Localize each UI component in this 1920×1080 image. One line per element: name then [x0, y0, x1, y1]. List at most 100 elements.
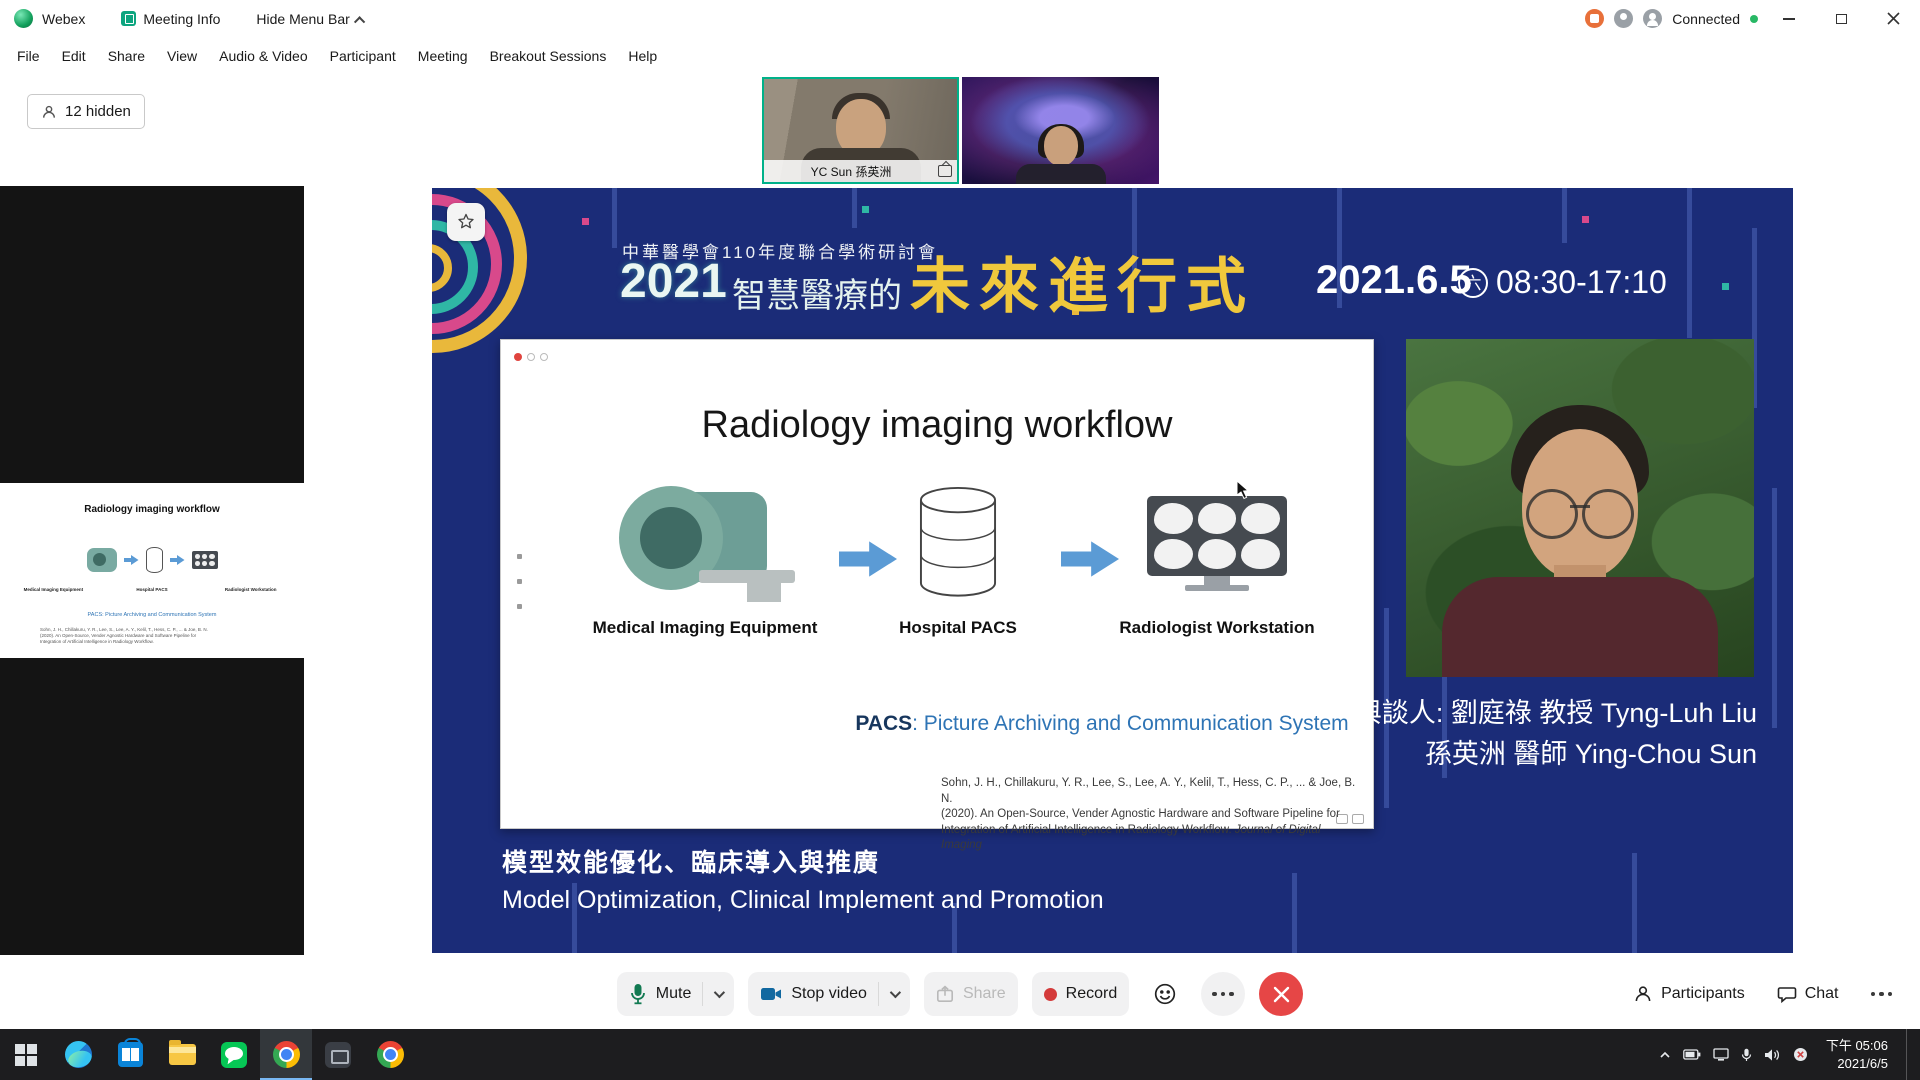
record-icon [1044, 988, 1057, 1001]
hide-menu-bar-label: Hide Menu Bar [256, 11, 349, 27]
speaker-video [1406, 339, 1754, 677]
conference-theme: 智慧醫療的 [732, 268, 902, 317]
audio-status-icon[interactable] [1614, 9, 1633, 28]
meeting-info-button[interactable]: Meeting Info [121, 11, 220, 27]
meeting-info-icon [121, 11, 136, 26]
slide-thumbnail-title: Radiology imaging workflow [0, 504, 304, 515]
speaker-icon[interactable] [1764, 1048, 1781, 1062]
menu-item-file[interactable]: File [6, 41, 51, 71]
mute-button[interactable]: Mute [617, 972, 735, 1016]
speaker-line-2: 孫英洲 醫師 Ying-Chou Sun [1355, 734, 1757, 775]
profile-icon[interactable] [1643, 9, 1662, 28]
slide-title: Radiology imaging workflow [501, 404, 1373, 447]
filmstrip-panel-bottom[interactable] [0, 658, 304, 955]
menu-item-participant[interactable]: Participant [319, 41, 407, 71]
video-thumbnail-participant[interactable] [962, 77, 1159, 184]
pacs-acronym: PACS [855, 712, 912, 735]
person-icon [41, 104, 57, 120]
menu-item-share[interactable]: Share [97, 41, 156, 71]
taskbar-edge[interactable] [52, 1029, 104, 1080]
star-icon [456, 212, 476, 232]
share-icon [936, 985, 954, 1003]
more-panels-button[interactable] [1859, 984, 1905, 1005]
taskbar-chrome[interactable] [364, 1029, 416, 1080]
menu-item-audio-video[interactable]: Audio & Video [208, 41, 318, 71]
edge-icon [65, 1041, 92, 1068]
share-label: Share [963, 985, 1006, 1003]
arrow-mini-icon [170, 555, 185, 566]
workstation-monitor-icon [1147, 496, 1287, 591]
session-caption: 模型效能優化、臨床導入與推廣 Model Optimization, Clini… [502, 843, 1104, 915]
taskbar-chrome-active[interactable] [260, 1029, 312, 1080]
conference-headline: 未來進行式 [910, 238, 1255, 325]
participants-icon [1633, 984, 1653, 1004]
citation: Sohn, J. H., Chillakuru, Y. R., Lee, S.,… [941, 776, 1361, 854]
close-button[interactable] [1872, 3, 1914, 35]
pacs-definition-text: : Picture Archiving and Communication Sy… [912, 712, 1349, 735]
taskbar-file-explorer[interactable] [156, 1029, 208, 1080]
workstation-mini-icon [192, 551, 218, 569]
record-button[interactable]: Record [1032, 972, 1130, 1016]
menu-bar: File Edit Share View Audio & Video Parti… [0, 37, 1920, 75]
participant-name: YC Sun 孫英洲 [764, 163, 938, 180]
leave-meeting-button[interactable] [1259, 972, 1303, 1016]
camera-icon [760, 986, 782, 1002]
taskbar-app-dark[interactable] [312, 1029, 364, 1080]
folder-icon [169, 1044, 196, 1065]
citation-line: Sohn, J. H., Chillakuru, Y. R., Lee, S.,… [941, 776, 1361, 807]
chevron-down-icon[interactable] [714, 987, 725, 998]
slide-thumbnail[interactable]: Radiology imaging workflow Medical Imagi… [0, 484, 304, 653]
video-thumbnail-active-speaker[interactable]: YC Sun 孫英洲 [762, 77, 959, 184]
record-label: Record [1066, 985, 1118, 1003]
arrow-right-icon [839, 538, 897, 580]
menu-item-view[interactable]: View [156, 41, 208, 71]
start-button[interactable] [0, 1029, 52, 1080]
camera-status-icon[interactable] [1585, 9, 1604, 28]
clock-date: 2021/6/5 [1826, 1055, 1888, 1073]
battery-icon[interactable] [1683, 1049, 1701, 1060]
stop-video-button[interactable]: Stop video [748, 972, 910, 1016]
reactions-button[interactable] [1143, 972, 1187, 1016]
webex-meeting-window: Webex Meeting Info Hide Menu Bar Connect… [0, 0, 1920, 1080]
menu-item-help[interactable]: Help [617, 41, 668, 71]
title-bar: Webex Meeting Info Hide Menu Bar Connect… [0, 0, 1920, 37]
popout-icon[interactable] [938, 165, 952, 177]
taskbar-store[interactable] [104, 1029, 156, 1080]
hide-menu-bar-button[interactable]: Hide Menu Bar [256, 11, 364, 27]
taskbar-line-app[interactable] [208, 1029, 260, 1080]
ellipsis-icon [1212, 992, 1234, 997]
chat-button[interactable]: Chat [1765, 976, 1851, 1012]
hidden-icons-chevron[interactable] [1659, 1050, 1671, 1059]
hidden-participants-label: 12 hidden [65, 103, 131, 120]
conference-date: 2021.6.5 [1316, 258, 1472, 303]
slide-thumbnail-pacs: PACS: Picture Archiving and Communicatio… [0, 612, 304, 618]
speaker-names: 與談人: 劉庭祿 教授 Tyng-Luh Liu 孫英洲 醫師 Ying-Cho… [1355, 693, 1757, 774]
taskbar-clock[interactable]: 下午 05:06 2021/6/5 [1820, 1037, 1888, 1072]
share-button[interactable]: Share [924, 972, 1018, 1016]
chevron-down-icon[interactable] [890, 987, 901, 998]
mic-tray-icon[interactable] [1741, 1048, 1752, 1062]
menu-item-edit[interactable]: Edit [51, 41, 97, 71]
mute-label: Mute [656, 985, 692, 1003]
clock-time: 下午 05:06 [1826, 1037, 1888, 1055]
menu-item-meeting[interactable]: Meeting [407, 41, 479, 71]
minimize-button[interactable] [1768, 3, 1810, 35]
chat-label: Chat [1805, 985, 1839, 1003]
more-options-button[interactable] [1201, 972, 1245, 1016]
database-cylinder-icon [919, 484, 997, 607]
hidden-participants-badge[interactable]: 12 hidden [27, 94, 145, 129]
menu-item-breakout-sessions[interactable]: Breakout Sessions [479, 41, 618, 71]
ellipsis-icon [1871, 992, 1893, 997]
annotate-button[interactable] [447, 203, 485, 241]
presentation-slide: Radiology imaging workflow Medical Imagi… [500, 339, 1374, 829]
show-desktop-button[interactable] [1906, 1029, 1912, 1080]
arrow-right-icon [1061, 538, 1119, 580]
maximize-button[interactable] [1820, 3, 1862, 35]
app-title: Webex [42, 11, 85, 27]
display-icon[interactable] [1713, 1048, 1729, 1061]
participants-button[interactable]: Participants [1621, 976, 1757, 1012]
tray-error-icon[interactable] [1793, 1047, 1808, 1062]
smiley-icon [1153, 982, 1177, 1006]
filmstrip-panel-top[interactable] [0, 186, 304, 483]
windows-taskbar: 下午 05:06 2021/6/5 [0, 1029, 1920, 1080]
